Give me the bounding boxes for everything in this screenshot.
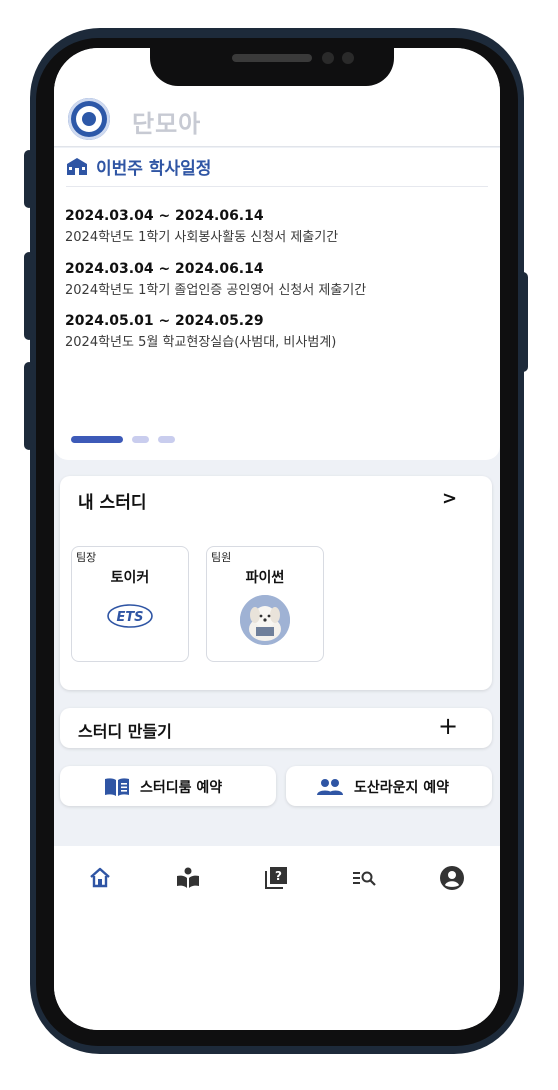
study-name: 토이커 <box>110 570 150 586</box>
plus-icon[interactable]: + <box>438 712 458 740</box>
study-role-badge: 팀장 <box>76 551 97 564</box>
phone-notch <box>150 44 394 86</box>
event-date: 2024.03.04 ~ 2024.06.14 <box>65 208 264 224</box>
search-list-icon[interactable] <box>350 864 378 892</box>
school-building-icon <box>67 158 87 175</box>
people-icon <box>317 779 343 795</box>
puppy-avatar <box>240 595 290 645</box>
app-screen: 단모아 이번주 학사일정 2024.03.04 ~ 2024.06.14 202… <box>54 48 500 1030</box>
university-logo-icon[interactable] <box>68 98 110 140</box>
sensor-dot <box>322 52 334 64</box>
schedule-title: 이번주 학사일정 <box>96 159 212 179</box>
chevron-right-icon[interactable]: > <box>442 488 457 509</box>
svg-text:?: ? <box>275 869 282 883</box>
create-study-label: 스터디 만들기 <box>78 722 172 741</box>
event-date: 2024.03.04 ~ 2024.06.14 <box>65 261 264 277</box>
phone-side-button <box>24 150 34 208</box>
schedule-card[interactable] <box>54 148 500 460</box>
event-description: 2024학년도 1학기 사회봉사활동 신청서 제출기간 <box>65 230 339 245</box>
study-room-reserve-label: 스터디룸 예약 <box>140 780 223 796</box>
study-tile-toeic[interactable]: 팀장 토이커 ETS <box>71 546 189 662</box>
page-indicator-dot[interactable] <box>132 436 149 443</box>
phone-volume-down-button <box>24 362 34 450</box>
ets-logo-text: ETS <box>116 610 143 625</box>
event-description: 2024학년도 5월 학교현장실습(사범대, 비사범계) <box>65 335 337 350</box>
event-description: 2024학년도 1학기 졸업인증 공인영어 신청서 제출기간 <box>65 283 367 298</box>
study-tile-python[interactable]: 팀원 파이썬 <box>206 546 324 662</box>
book-icon <box>105 778 129 796</box>
speaker-grill <box>232 54 312 62</box>
schedule-divider <box>66 186 488 187</box>
app-title: 단모아 <box>132 110 202 138</box>
my-study-title: 내 스터디 <box>78 493 147 513</box>
account-icon[interactable] <box>438 864 466 892</box>
ets-logo-icon: ETS <box>107 604 153 628</box>
event-date: 2024.05.01 ~ 2024.05.29 <box>65 313 264 329</box>
home-icon[interactable] <box>86 864 114 892</box>
phone-volume-up-button <box>24 252 34 340</box>
front-camera <box>342 52 354 64</box>
study-name: 파이썬 <box>245 570 285 586</box>
lounge-reserve-label: 도산라운지 예약 <box>354 780 450 796</box>
reader-icon[interactable] <box>174 864 202 892</box>
phone-power-button <box>518 272 528 372</box>
question-book-icon[interactable]: ? <box>262 864 290 892</box>
study-role-badge: 팀원 <box>211 551 232 564</box>
page-indicator-active[interactable] <box>71 436 123 443</box>
puppy-image-icon <box>240 595 290 645</box>
page-indicator-dot[interactable] <box>158 436 175 443</box>
